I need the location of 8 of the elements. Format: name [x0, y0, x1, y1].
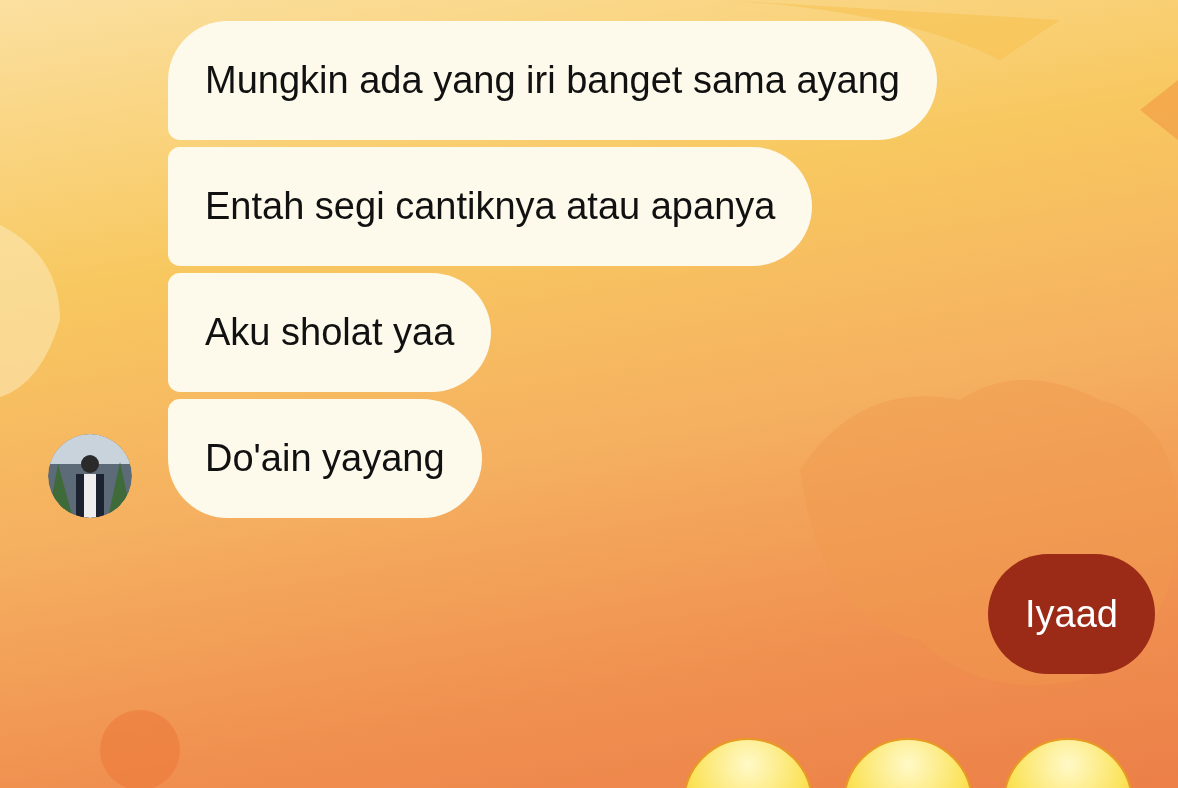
- message-bubble: Aku sholat yaa: [168, 273, 492, 392]
- emoji-icon[interactable]: [1003, 738, 1133, 788]
- message-bubble: Mungkin ada yang iri banget sama ayang: [168, 21, 937, 140]
- emoji-icon[interactable]: [683, 738, 813, 788]
- message-bubble: Do'ain yayang: [168, 399, 482, 518]
- emoji-icon[interactable]: [843, 738, 973, 788]
- message-bubble: Entah segi cantiknya atau apanya: [168, 147, 813, 266]
- message-bubble: Iyaad: [988, 554, 1155, 674]
